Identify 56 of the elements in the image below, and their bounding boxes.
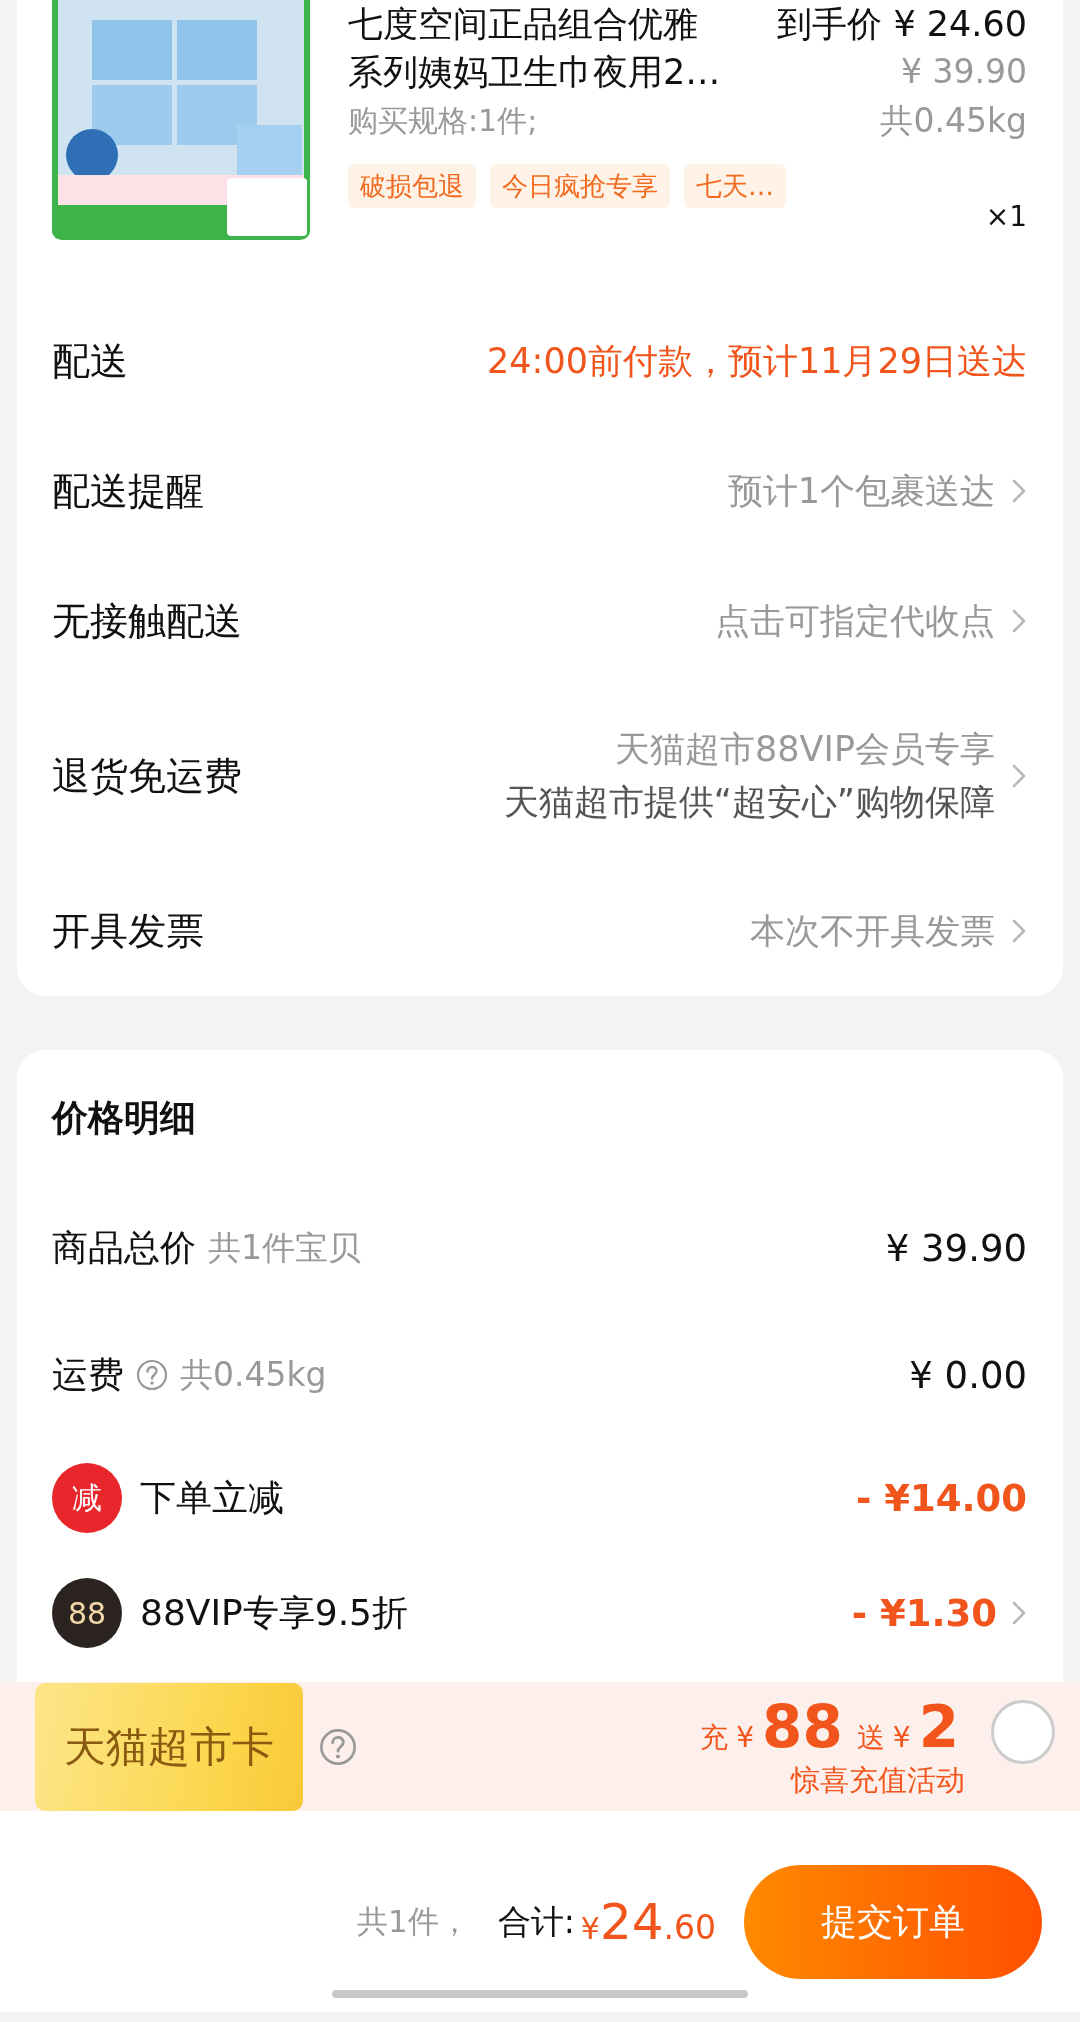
row-label: 配送 <box>52 337 128 385</box>
submit-order-button[interactable]: 提交订单 <box>744 1865 1042 1979</box>
help-icon <box>319 1727 357 1766</box>
currency-sign: ¥ <box>736 1720 755 1754</box>
row-label: 开具发票 <box>52 907 204 955</box>
help-icon <box>136 1359 168 1391</box>
chevron-right-icon <box>1011 608 1027 634</box>
chevron-right-icon <box>1011 478 1027 504</box>
row-value[interactable]: 本次不开具发票 <box>750 907 995 955</box>
row-value[interactable]: 天猫超市提供“超安心”购物保障 <box>503 779 995 826</box>
vip-badge: 88 <box>52 1578 122 1648</box>
row-value[interactable]: 预计1个包裹送达 <box>727 467 995 515</box>
discount-badge: 减 <box>52 1463 122 1533</box>
deal-price: 到手价 ¥ 24.60 <box>777 3 1027 46</box>
service-tag: 七天… <box>684 164 786 208</box>
price-note: 共0.45kg <box>180 1353 327 1396</box>
price-label: 商品总价 <box>52 1225 196 1270</box>
currency-sign: ¥ <box>892 1720 911 1754</box>
chevron-right-icon <box>1011 918 1027 944</box>
total-label: 合计: <box>497 1900 575 1943</box>
price-amount: ¥ 0.00 <box>909 1353 1027 1397</box>
service-tag: 破损包退 <box>348 164 476 208</box>
chevron-right-icon <box>1011 763 1027 789</box>
price-label: 下单立减 <box>140 1475 284 1520</box>
offer-amount: 88 <box>762 1692 843 1761</box>
row-value: 24:00前付款，预计11月29日送达 <box>487 339 1027 383</box>
offer-label: 送 <box>856 1719 885 1756</box>
quantity: ×1 <box>985 200 1027 233</box>
item-count: 共1件， <box>356 1902 470 1941</box>
offer-amount: 2 <box>918 1692 959 1761</box>
row-value[interactable]: 点击可指定代收点 <box>715 597 995 645</box>
row-value[interactable]: 天猫超市88VIP会员专享 <box>615 726 995 773</box>
total-decimal: .60 <box>663 1908 716 1947</box>
row-label: 退货免运费 <box>52 752 242 800</box>
supermarket-card-button[interactable]: 天猫超市卡 <box>35 1682 303 1811</box>
price-note: 共1件宝贝 <box>208 1226 361 1269</box>
chevron-right-icon <box>1011 1600 1027 1626</box>
offer-subtitle: 惊喜充值活动 <box>791 1761 965 1799</box>
price-label: 运费 <box>52 1352 124 1397</box>
row-label: 配送提醒 <box>52 467 204 515</box>
row-label: 无接触配送 <box>52 597 242 645</box>
service-tag: 今日疯抢专享 <box>490 164 670 208</box>
currency-sign: ¥ <box>580 1911 600 1946</box>
total-amount: 24 <box>599 1893 664 1951</box>
product-title[interactable]: 系列姨妈卫生巾夜用2… <box>348 48 721 96</box>
original-price: ¥ 39.90 <box>901 51 1027 93</box>
price-amount: ¥ 39.90 <box>885 1226 1027 1270</box>
price-label: 88VIP专享9.5折 <box>140 1590 408 1635</box>
home-indicator[interactable] <box>332 1990 748 1998</box>
product-spec: 购买规格:1件; <box>348 102 538 140</box>
price-amount: - ¥14.00 <box>855 1476 1027 1520</box>
product-title[interactable]: 七度空间正品组合优雅 <box>348 0 698 48</box>
product-weight: 共0.45kg <box>880 100 1027 142</box>
section-title: 价格明细 <box>50 1096 197 1140</box>
offer-label: 充 <box>700 1719 729 1756</box>
price-amount: - ¥1.30 <box>851 1591 997 1635</box>
